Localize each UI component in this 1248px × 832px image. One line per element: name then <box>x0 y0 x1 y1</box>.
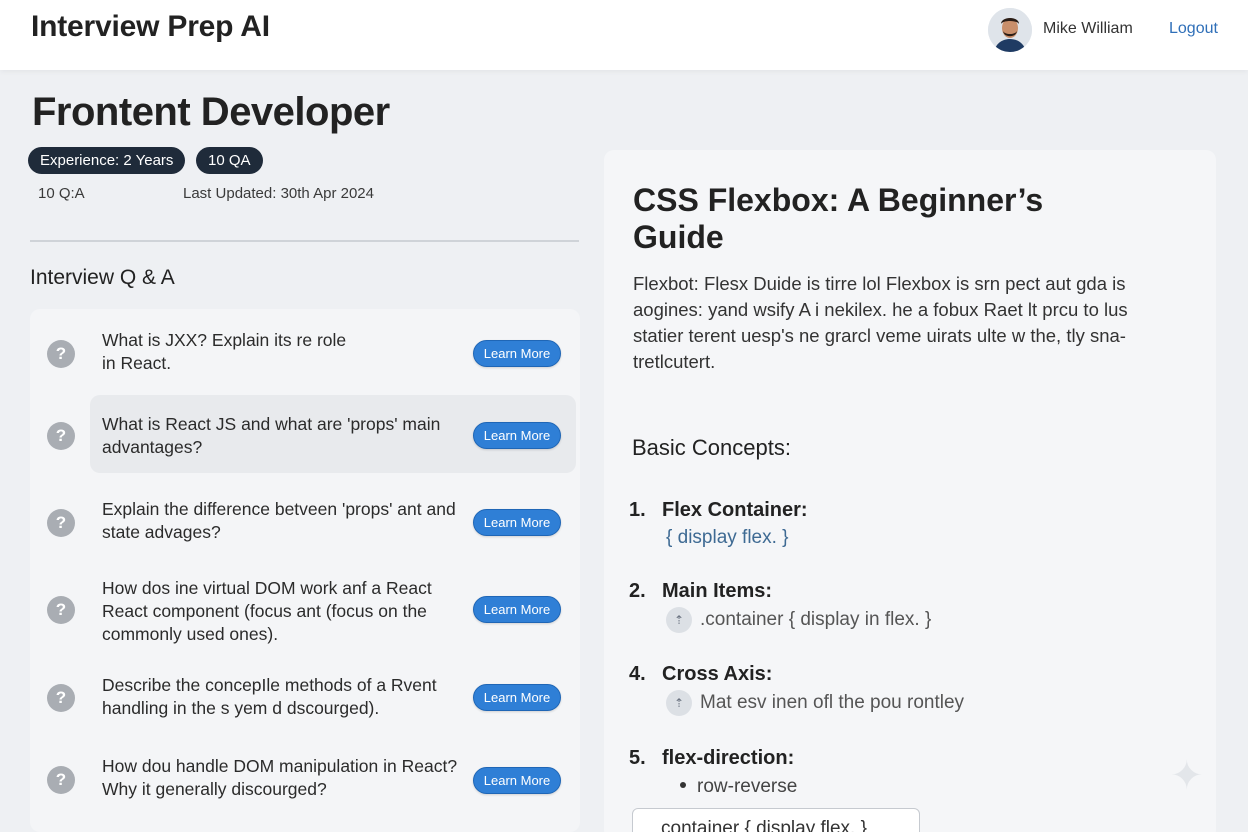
item-title: flex-direction: <box>662 747 795 769</box>
qa-count-badge: 10 QA <box>196 147 263 174</box>
question-circle-icon: ? <box>47 340 75 368</box>
learn-more-button[interactable]: Learn More <box>473 684 561 711</box>
question-text: How dos ine virtual DOM work anf a React… <box>102 578 432 644</box>
item-number: 2. <box>629 580 646 602</box>
user-name: Mike William <box>1043 20 1133 37</box>
item-title: Cross Axis: <box>662 663 773 685</box>
learn-more-button[interactable]: Learn More <box>473 596 561 623</box>
learn-more-button[interactable]: Learn More <box>473 767 561 794</box>
question-text: What is JXX? Explain its re role in Reac… <box>102 330 347 373</box>
guide-intro: Flexbot: Flesx Duide is tirre lol Flexbo… <box>633 273 1128 372</box>
guide-panel: CSS Flexbox: A Beginner’s Guide Flexbot:… <box>604 150 1216 832</box>
question-circle-icon: ? <box>47 684 75 712</box>
item-title: Flex Container: <box>662 499 808 521</box>
arrow-up-circle-icon: ⇡ <box>666 607 692 633</box>
basic-concepts-title: Basic Concepts: <box>632 435 791 460</box>
question-circle-icon: ? <box>47 766 75 794</box>
question-text: How dou handle DOM manipulation in React… <box>102 756 458 799</box>
item-title: Main Items: <box>662 580 773 602</box>
bullet-item: row-reverse <box>680 776 797 798</box>
item-code: .container { display in flex. } <box>700 609 932 630</box>
question-circle-icon: ? <box>47 509 75 537</box>
sparkle-icon: ✦ <box>1170 754 1204 798</box>
arrow-up-circle-icon: ⇡ <box>666 690 692 716</box>
learn-more-button[interactable]: Learn More <box>473 340 561 367</box>
last-updated-text: Last Updated: 30th Apr 2024 <box>183 185 374 202</box>
top-bar: Interview Prep AI Mike William Logout <box>0 0 1248 70</box>
qa-count-text: 10 Q:A <box>38 185 85 202</box>
user-avatar[interactable] <box>988 8 1032 52</box>
item-number: 4. <box>629 663 646 685</box>
guide-title: CSS Flexbox: A Beginner’s Guide <box>633 182 1044 255</box>
app-title: Interview Prep AI <box>31 10 270 43</box>
question-text: Explain the difference betveen 'props' a… <box>102 499 456 542</box>
question-text: What is React JS and what are 'props' ma… <box>102 414 441 457</box>
item-code: { display flex. } <box>666 527 789 548</box>
section-title: Interview Q & A <box>30 266 175 289</box>
learn-more-button[interactable]: Learn More <box>473 422 561 449</box>
experience-badge: Experience: 2 Years <box>28 147 186 174</box>
learn-more-button[interactable]: Learn More <box>473 509 561 536</box>
question-circle-icon: ? <box>47 596 75 624</box>
item-code: Mat esv inen ofl the pou rontley <box>700 692 965 713</box>
item-number: 1. <box>629 499 646 521</box>
avatar-portrait-icon <box>988 8 1032 52</box>
divider <box>30 240 579 242</box>
page-title: Frontent Developer <box>32 90 390 134</box>
question-circle-icon: ? <box>47 422 75 450</box>
qa-list: ? What is JXX? Explain its re role in Re… <box>30 309 580 832</box>
question-text: Describe the concepIle methods of a Rven… <box>102 675 437 718</box>
code-block: container { display flex. } <box>632 808 920 832</box>
item-number: 5. <box>629 747 646 769</box>
logout-link[interactable]: Logout <box>1169 20 1218 38</box>
